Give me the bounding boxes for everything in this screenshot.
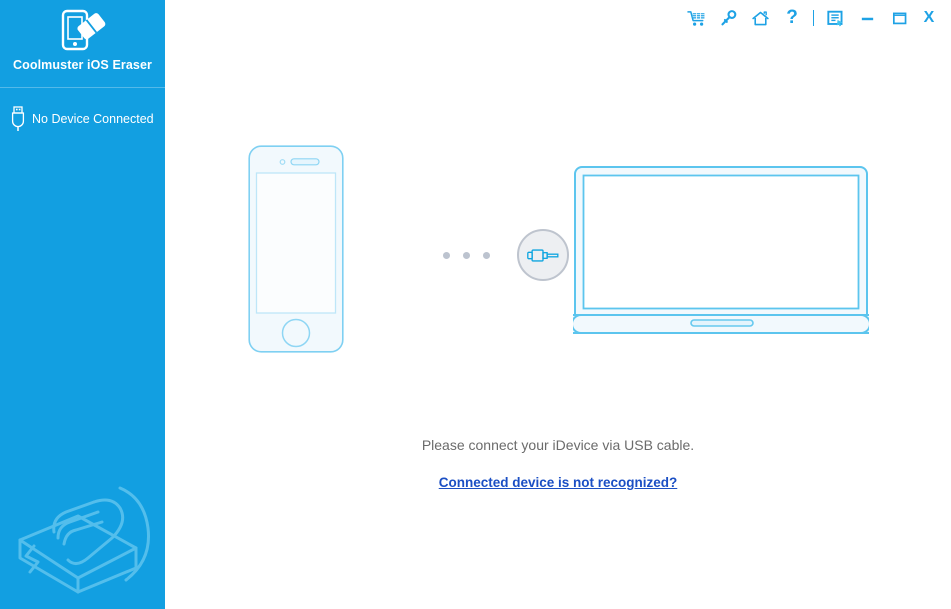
dots-left (443, 251, 490, 259)
minimize-icon[interactable] (851, 4, 883, 32)
close-label: X (923, 9, 935, 26)
home-icon[interactable] (744, 4, 776, 32)
dot (463, 251, 470, 259)
key-icon[interactable] (712, 4, 744, 32)
close-icon[interactable]: X (915, 4, 943, 32)
brand-block: Coolmuster iOS Eraser (0, 0, 165, 87)
hand-holding-box-watermark-icon (8, 482, 163, 609)
device-status-label: No Device Connected (32, 112, 154, 126)
app-title: Coolmuster iOS Eraser (13, 58, 152, 72)
maximize-icon[interactable] (883, 4, 915, 32)
main-content: ? X Please connect your iDevice via USB … (165, 0, 951, 609)
register-form-icon[interactable] (819, 4, 851, 32)
sidebar-divider (0, 87, 165, 88)
app-window: Coolmuster iOS Eraser No Device Connecte… (0, 0, 951, 609)
connection-illustration (248, 145, 951, 360)
not-recognized-link-wrapper: Connected device is not recognized? (165, 474, 951, 492)
cart-icon[interactable] (680, 4, 712, 32)
laptop-outline-icon (562, 163, 880, 340)
sidebar-item-device-status[interactable]: No Device Connected (10, 104, 165, 134)
usb-connector-icon (517, 229, 569, 281)
connect-hint-text: Please connect your iDevice via USB cabl… (421, 437, 695, 453)
not-recognized-link[interactable]: Connected device is not recognized? (439, 475, 678, 490)
help-label: ? (786, 6, 798, 28)
help-icon[interactable]: ? (776, 4, 808, 32)
dot (443, 251, 450, 259)
toolbar-divider (808, 4, 819, 32)
sidebar: Coolmuster iOS Eraser No Device Connecte… (0, 0, 165, 609)
phone-eraser-logo-icon (59, 8, 107, 52)
iphone-outline-icon (248, 145, 344, 358)
dot (483, 251, 490, 259)
window-toolbar: ? X (680, 4, 943, 32)
usb-plug-icon (10, 106, 26, 132)
